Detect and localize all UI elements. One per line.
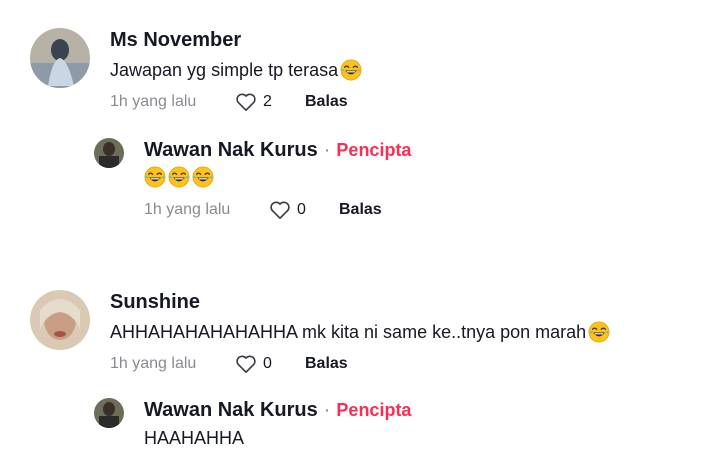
separator: · <box>323 139 331 161</box>
like-button[interactable]: 2 <box>235 92 305 112</box>
comment-text-content: Jawapan yg simple tp terasa <box>110 60 339 80</box>
tears-of-joy-emoji-icon <box>192 166 214 188</box>
author-name[interactable]: Sunshine <box>110 290 200 314</box>
heart-icon <box>236 355 256 373</box>
reply-comment: Wawan Nak Kurus · Pencipta 1h yang lalu … <box>94 138 411 220</box>
comment-text: HAAHAHHA <box>144 426 411 450</box>
reply-button[interactable]: Balas <box>339 201 382 219</box>
comment-text <box>144 166 411 188</box>
like-count: 2 <box>263 93 272 110</box>
comment: Ms November Jawapan yg simple tp terasa … <box>30 28 362 112</box>
tears-of-joy-emoji-icon <box>144 166 166 188</box>
avatar[interactable] <box>30 290 90 350</box>
author-name[interactable]: Wawan Nak Kurus <box>144 398 318 422</box>
heart-icon <box>236 93 256 111</box>
author-name[interactable]: Ms November <box>110 28 241 52</box>
comment: Sunshine AHHAHAHAHAHAHHA mk kita ni same… <box>30 290 610 374</box>
timestamp: 1h yang lalu <box>110 93 197 110</box>
timestamp: 1h yang lalu <box>110 355 197 372</box>
author-name[interactable]: Wawan Nak Kurus <box>144 138 318 162</box>
tears-of-joy-emoji-icon <box>168 166 190 188</box>
tears-of-joy-emoji-icon <box>340 59 362 81</box>
comment-text: AHHAHAHAHAHAHHA mk kita ni same ke..tnya… <box>110 320 610 344</box>
comment-text-content: HAAHAHHA <box>144 428 245 448</box>
like-button[interactable]: 0 <box>235 354 305 374</box>
avatar[interactable] <box>94 398 124 428</box>
timestamp: 1h yang lalu <box>144 201 231 218</box>
like-count: 0 <box>263 355 272 372</box>
reply-button[interactable]: Balas <box>305 355 348 373</box>
comment-text-content: AHHAHAHAHAHAHHA mk kita ni same ke..tnya… <box>110 322 587 342</box>
avatar[interactable] <box>94 138 124 168</box>
tears-of-joy-emoji-icon <box>588 321 610 343</box>
avatar[interactable] <box>30 28 90 88</box>
creator-badge: Pencipta <box>336 140 412 160</box>
like-button[interactable]: 0 <box>269 200 339 220</box>
creator-badge: Pencipta <box>336 400 412 420</box>
reply-button[interactable]: Balas <box>305 93 348 111</box>
reply-comment: Wawan Nak Kurus · Pencipta HAAHAHHA <box>94 398 411 450</box>
like-count: 0 <box>297 201 306 218</box>
heart-icon <box>270 201 290 219</box>
separator: · <box>323 399 331 421</box>
comment-text: Jawapan yg simple tp terasa <box>110 58 362 82</box>
